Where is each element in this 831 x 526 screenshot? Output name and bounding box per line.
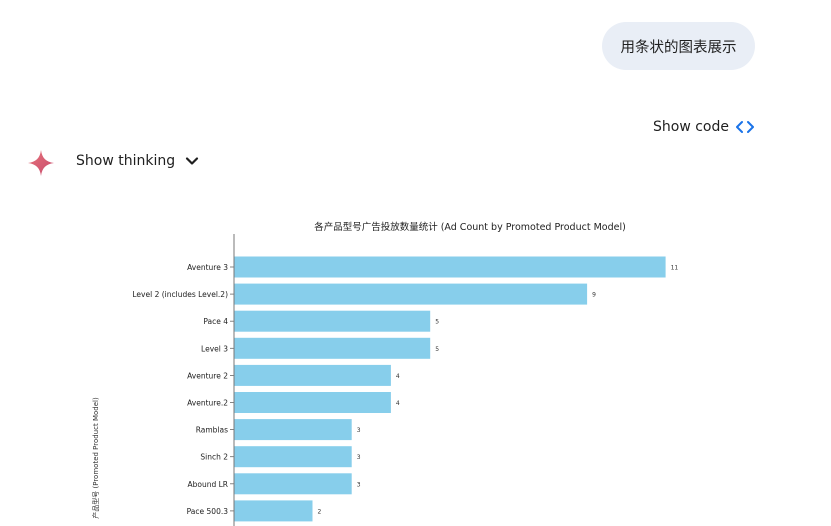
code-brackets-icon	[736, 121, 754, 133]
user-message-text: 用条状的图表展示	[620, 39, 737, 56]
bar	[234, 473, 352, 495]
value-label: 5	[435, 346, 439, 353]
value-label: 11	[671, 265, 679, 272]
y-tick-label: Sinch 2	[200, 453, 228, 462]
chat-page: 用条状的图表展示 Show code Show thinking 各产品型号广告…	[0, 0, 831, 526]
value-label: 3	[357, 427, 361, 434]
bar	[234, 419, 352, 441]
value-label: 9	[592, 292, 596, 299]
y-tick-label: Aventure.2	[187, 399, 228, 408]
chevron-down-icon	[186, 157, 199, 165]
y-tick-label: Pace 500.3	[187, 507, 229, 516]
bar	[234, 364, 391, 386]
y-tick-label: Ramblas	[196, 426, 228, 435]
show-thinking-label: Show thinking	[76, 153, 176, 169]
value-label: 2	[318, 508, 322, 515]
value-label: 3	[357, 454, 361, 461]
show-code-label: Show code	[653, 119, 729, 135]
value-label: 3	[357, 481, 361, 488]
y-tick-label: Level 3	[201, 344, 228, 353]
y-tick-label: Abound LR	[187, 480, 228, 489]
y-axis-label: 产品型号 (Promoted Product Model)	[91, 397, 100, 519]
user-message-bubble: 用条状的图表展示	[602, 22, 755, 70]
show-code-button[interactable]: Show code	[653, 119, 754, 135]
show-thinking-toggle[interactable]: Show thinking	[76, 153, 199, 169]
bar	[234, 500, 313, 522]
value-label: 4	[396, 400, 400, 407]
bar	[234, 337, 431, 359]
bar	[234, 256, 666, 278]
bar	[234, 392, 391, 413]
y-tick-label: Aventure 2	[187, 371, 228, 380]
bar	[234, 283, 588, 305]
y-tick-label: Aventure 3	[187, 263, 228, 272]
value-label: 5	[435, 319, 439, 326]
bar	[234, 446, 352, 468]
y-tick-label: Pace 4	[203, 317, 228, 326]
y-tick-label: Level 2 (includes Level.2)	[132, 290, 228, 299]
value-label: 4	[396, 373, 400, 380]
bar	[234, 310, 431, 332]
gemini-spark-icon	[28, 150, 54, 176]
bar-chart: 各产品型号广告投放数量统计 (Ad Count by Promoted Prod…	[0, 210, 831, 526]
chart-title: 各产品型号广告投放数量统计 (Ad Count by Promoted Prod…	[314, 221, 626, 233]
bar-chart-svg: 各产品型号广告投放数量统计 (Ad Count by Promoted Prod…	[91, 221, 679, 526]
